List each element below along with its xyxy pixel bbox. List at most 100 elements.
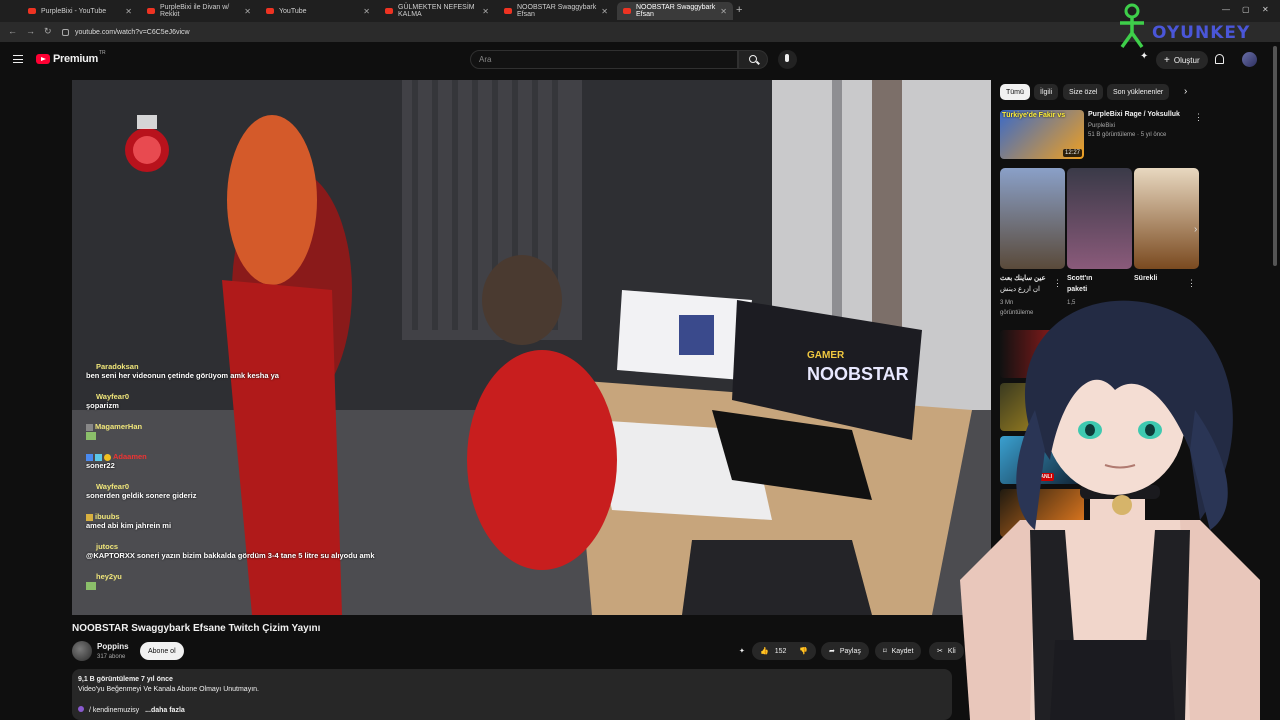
emote-icon (86, 432, 96, 441)
browser-tab-active[interactable]: NOOBSTAR Swaggybark Efsan ✕ (617, 2, 733, 20)
browser-tab[interactable]: NOOBSTAR Swaggybark Efsan ✕ (498, 2, 614, 20)
close-icon[interactable]: ✕ (363, 7, 370, 16)
voice-search-icon[interactable] (778, 50, 797, 69)
emote-icon (86, 582, 96, 591)
plus-icon: + (1164, 54, 1170, 66)
like-count: 152 (774, 647, 787, 655)
chat-message: Adaamen soner22 (86, 452, 147, 470)
share-button[interactable]: ➦ Paylaş (821, 642, 869, 660)
search-button[interactable] (738, 50, 768, 69)
menu-icon[interactable] (13, 55, 23, 63)
address-bar-row: ← → ↻ youtube.com/watch?v=C6C5eJ6vicw (0, 22, 1280, 42)
short-thumbnail[interactable] (1134, 168, 1199, 269)
chat-user: ibuubs (95, 512, 120, 521)
page-scrollbar[interactable] (1273, 46, 1277, 266)
video-frame: NOOBSTAR GAMER (72, 80, 991, 615)
browser-tab[interactable]: YouTube ✕ (260, 2, 376, 20)
chip-related[interactable]: İlgili (1034, 84, 1059, 100)
thumbs-up-icon: 👍 (760, 648, 769, 655)
video-thumbnail[interactable]: Türkiye'de Fakir vs 12:27 (1000, 110, 1084, 159)
video-player[interactable]: NOOBSTAR GAMER Paradoksan ben seni her v… (72, 80, 991, 615)
notifications-icon[interactable] (1215, 54, 1224, 64)
youtube-header: Premium TR Ara ✦ + Oluştur (0, 42, 1280, 78)
chat-user: Wayfear0 (96, 482, 130, 491)
cast-icon[interactable]: ✦ (1140, 51, 1148, 62)
chat-message: hey2yu (86, 572, 122, 591)
chat-text: sonerden geldik sonere gideriz (86, 491, 197, 500)
close-icon[interactable]: ✕ (482, 7, 489, 16)
thumbs-down-icon[interactable]: 👎 (799, 647, 808, 655)
duration-badge: 12:27 (1062, 149, 1082, 157)
screen-logo-sub: GAMER (807, 350, 845, 361)
site-info-icon[interactable] (62, 28, 69, 36)
thumbnail-text: Türkiye'de Fakir vs (1002, 112, 1066, 119)
forward-icon[interactable]: → (26, 26, 35, 36)
chevron-right-icon[interactable]: › (1184, 86, 1187, 97)
recommendation-channel[interactable]: PurpleBixi (1088, 123, 1115, 129)
save-label: Kaydet (891, 647, 914, 655)
like-button[interactable]: 👍 152 👎 (752, 642, 816, 660)
description-tag[interactable]: / kendinemuzisy (89, 707, 139, 714)
youtube-icon (147, 8, 155, 14)
recommendation-item[interactable]: Türkiye'de Fakir vs 12:27 PurpleBixi Rag… (1000, 110, 1200, 160)
chat-text: ben seni her videonun çetinde görüyom am… (86, 371, 279, 380)
brand-word: OYUNKEY (1152, 23, 1251, 43)
back-icon[interactable]: ← (8, 26, 17, 36)
description-tag-line: / kendinemuzisy ...daha fazla (78, 706, 185, 714)
subscribe-button[interactable]: Abone ol (140, 642, 184, 660)
view-stats: 9,1 B görüntüleme 7 yıl önce (78, 676, 173, 683)
youtube-logo[interactable]: Premium TR (36, 50, 106, 65)
channel-name[interactable]: Poppins (97, 642, 129, 651)
recommendation-meta: 51 B görüntüleme · 5 yıl önce (1088, 132, 1167, 138)
browser-tab[interactable]: GÜLMEKTEN NEFESİM KALMA ✕ (379, 2, 495, 20)
recommendation-title[interactable]: PurpleBixi Rage / Yoksulluk (1088, 111, 1188, 118)
close-icon[interactable]: ✕ (125, 7, 132, 16)
subscriber-count: 317 abone (97, 654, 126, 660)
reload-icon[interactable]: ↻ (44, 26, 52, 37)
tab-label: NOOBSTAR Swaggybark Efsan (517, 4, 597, 18)
browser-tab[interactable]: PurpleBixi - YouTube ✕ (22, 2, 138, 20)
chip-all[interactable]: Tümü (1000, 84, 1030, 100)
browser-tab[interactable]: PurpleBixi ile Divan w/ Rekkit ✕ (141, 2, 257, 20)
bookmark-icon: ⌑ (883, 648, 887, 655)
create-button[interactable]: + Oluştur (1156, 51, 1208, 69)
chip-for-you[interactable]: Size özel (1063, 84, 1104, 100)
stick-figure-logo-icon (1120, 3, 1144, 49)
browser-tab-bar: PurpleBixi - YouTube ✕ PurpleBixi ile Div… (0, 0, 1280, 22)
description-box[interactable]: 9,1 B görüntüleme 7 yıl önce Video'yu Be… (72, 669, 952, 720)
more-options-icon[interactable]: ⋮ (1194, 112, 1203, 123)
description-text: Video'yu Beğenmeyi Ve Kanala Abone Olmay… (78, 686, 259, 693)
share-label: Paylaş (839, 647, 861, 655)
close-icon[interactable]: ✕ (601, 7, 608, 16)
account-avatar[interactable] (1242, 52, 1257, 67)
video-title: NOOBSTAR Swaggybark Efsane Twitch Çizim … (72, 623, 321, 634)
ask-icon[interactable]: ✦ (735, 642, 749, 660)
youtube-icon (385, 8, 393, 14)
more-link[interactable]: ...daha fazla (145, 707, 185, 714)
chat-user: Wayfear0 (96, 392, 130, 401)
chat-user: MagamerHan (95, 422, 143, 431)
chat-badge-icon (95, 453, 102, 461)
chat-message: MagamerHan (86, 422, 143, 441)
chat-message: Wayfear0 sonerden geldik sonere gideriz (86, 482, 196, 500)
channel-avatar[interactable] (72, 641, 92, 661)
brand-overlay: OYUNKEY (1116, 3, 1276, 49)
chip-recent[interactable]: Son yüklenenler (1107, 84, 1170, 100)
new-tab-button[interactable]: + (736, 4, 742, 16)
close-icon[interactable]: ✕ (244, 7, 251, 16)
chat-badge-icon (104, 453, 111, 461)
chevron-right-icon[interactable]: › (1194, 224, 1197, 235)
save-button[interactable]: ⌑ Kaydet (875, 642, 922, 660)
tag-icon (78, 706, 84, 712)
short-thumbnail[interactable] (1067, 168, 1132, 269)
search-input[interactable]: Ara (470, 50, 738, 69)
address-bar[interactable]: youtube.com/watch?v=C6C5eJ6vicw (62, 25, 190, 39)
close-icon[interactable]: ✕ (720, 7, 727, 16)
url-text: youtube.com/watch?v=C6C5eJ6vicw (75, 28, 190, 36)
youtube-icon (504, 8, 512, 14)
vtuber-avatar-overlay (960, 300, 1260, 720)
short-thumbnail[interactable] (1000, 168, 1065, 269)
chat-user: Adaamen (113, 452, 147, 461)
youtube-play-icon (36, 54, 50, 64)
chat-badge-icon (86, 453, 93, 461)
